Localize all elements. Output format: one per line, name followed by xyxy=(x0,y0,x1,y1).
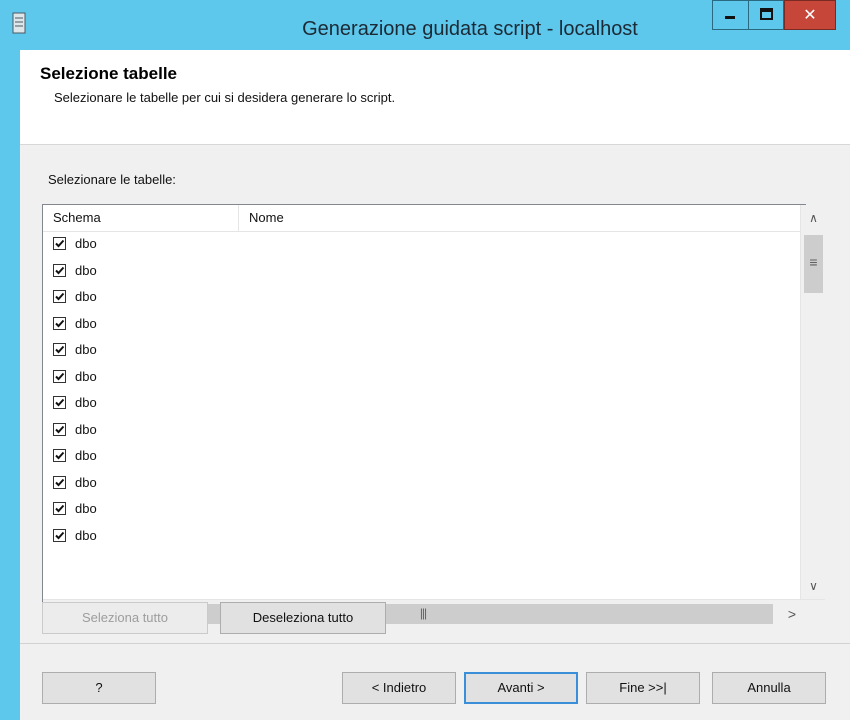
tables-list[interactable]: Schema Nome dbo dbo dbo dbo dbo dbo dbo dbo dbo d… xyxy=(42,204,826,628)
wizard-body: Selezione tabelle Selezionare le tabelle… xyxy=(20,50,850,720)
row-schema: dbo xyxy=(75,395,97,410)
table-row[interactable]: dbo xyxy=(43,443,800,470)
row-checkbox[interactable] xyxy=(53,449,66,462)
row-schema: dbo xyxy=(75,289,97,304)
deselect-all-button[interactable]: Deseleziona tutto xyxy=(220,602,386,634)
checkmark-icon xyxy=(55,425,65,433)
row-schema: dbo xyxy=(75,527,97,543)
checkmark-icon xyxy=(55,372,65,380)
scroll-right-arrow-icon[interactable]: > xyxy=(779,600,805,628)
tables-list-label: Selezionare le tabelle: xyxy=(48,172,176,187)
scroll-up-arrow-icon[interactable]: ∧ xyxy=(801,205,826,231)
finish-button[interactable]: Fine >>| xyxy=(586,672,700,704)
row-checkbox[interactable] xyxy=(53,396,66,409)
close-button[interactable]: ✕ xyxy=(784,0,836,30)
help-button[interactable]: ? xyxy=(42,672,156,704)
table-row[interactable]: dbo xyxy=(43,231,800,258)
checkmark-icon xyxy=(55,266,65,274)
table-row[interactable]: dbo xyxy=(43,311,800,338)
row-checkbox[interactable] xyxy=(53,237,66,250)
scroll-down-arrow-icon[interactable]: ∨ xyxy=(801,573,826,599)
maximize-button[interactable] xyxy=(748,0,784,30)
next-button[interactable]: Avanti > xyxy=(464,672,578,704)
checkmark-icon xyxy=(55,478,65,486)
close-icon: ✕ xyxy=(803,5,817,24)
server-icon xyxy=(12,12,26,34)
checkmark-icon xyxy=(55,319,65,327)
back-button[interactable]: < Indietro xyxy=(342,672,456,704)
checkmark-icon xyxy=(55,239,65,248)
page-title: Selezione tabelle xyxy=(40,64,177,83)
row-checkbox[interactable] xyxy=(53,475,66,489)
column-header-row: Schema Nome xyxy=(43,205,800,232)
table-row[interactable]: dbo xyxy=(43,284,800,311)
row-checkbox[interactable] xyxy=(53,528,66,542)
checkmark-icon xyxy=(55,398,65,407)
row-schema: dbo xyxy=(75,501,97,516)
window-title: Generazione guidata script - localhost xyxy=(302,18,638,40)
vertical-scrollbar[interactable]: ∧ ≡ ∨ xyxy=(800,205,826,599)
minimize-icon xyxy=(725,16,735,19)
row-checkbox[interactable] xyxy=(53,369,66,383)
page-subtitle: Selezionare le tabelle per cui si deside… xyxy=(54,90,396,105)
row-checkbox[interactable] xyxy=(53,316,66,330)
row-checkbox[interactable] xyxy=(53,343,66,356)
row-schema: dbo xyxy=(75,421,97,437)
checkmark-icon xyxy=(55,292,65,301)
checkmark-icon xyxy=(55,451,65,460)
checkmark-icon xyxy=(55,504,65,513)
table-row[interactable]: dbo xyxy=(43,390,800,417)
table-row[interactable]: dbo xyxy=(43,337,800,364)
grip-icon: ≡ xyxy=(809,254,818,270)
checkmark-icon xyxy=(55,345,65,354)
minimize-button[interactable] xyxy=(712,0,748,30)
row-schema: dbo xyxy=(75,474,97,490)
table-row[interactable]: dbo xyxy=(43,523,800,550)
column-header-schema[interactable]: Schema xyxy=(43,205,239,231)
row-schema: dbo xyxy=(75,368,97,384)
maximize-icon xyxy=(760,8,773,20)
table-row[interactable]: dbo xyxy=(43,470,800,497)
column-header-nome[interactable]: Nome xyxy=(239,205,800,231)
table-rows: dbo dbo dbo dbo dbo dbo dbo dbo dbo dbo dbo dbo xyxy=(43,231,800,549)
wizard-window: Generazione guidata script - localhost ✕… xyxy=(0,0,850,720)
row-checkbox[interactable] xyxy=(53,263,66,277)
table-row[interactable]: dbo xyxy=(43,258,800,285)
table-row[interactable]: dbo xyxy=(43,417,800,444)
row-schema: dbo xyxy=(75,448,97,463)
row-schema: dbo xyxy=(75,342,97,357)
row-schema: dbo xyxy=(75,315,97,331)
row-schema: dbo xyxy=(75,262,97,278)
table-row[interactable]: dbo xyxy=(43,364,800,391)
row-checkbox[interactable] xyxy=(53,290,66,303)
row-checkbox[interactable] xyxy=(53,422,66,436)
wizard-footer: ? < Indietro Avanti > Fine >>| Annulla xyxy=(20,644,850,720)
vertical-scroll-thumb[interactable]: ≡ xyxy=(804,235,823,293)
row-schema: dbo xyxy=(75,236,97,251)
select-all-button[interactable]: Seleziona tutto xyxy=(42,602,208,634)
row-checkbox[interactable] xyxy=(53,502,66,515)
table-row[interactable]: dbo xyxy=(43,496,800,523)
title-bar[interactable]: Generazione guidata script - localhost ✕ xyxy=(0,0,850,50)
cancel-button[interactable]: Annulla xyxy=(712,672,826,704)
checkmark-icon xyxy=(55,531,65,539)
page-header: Selezione tabelle Selezionare le tabelle… xyxy=(20,50,850,145)
